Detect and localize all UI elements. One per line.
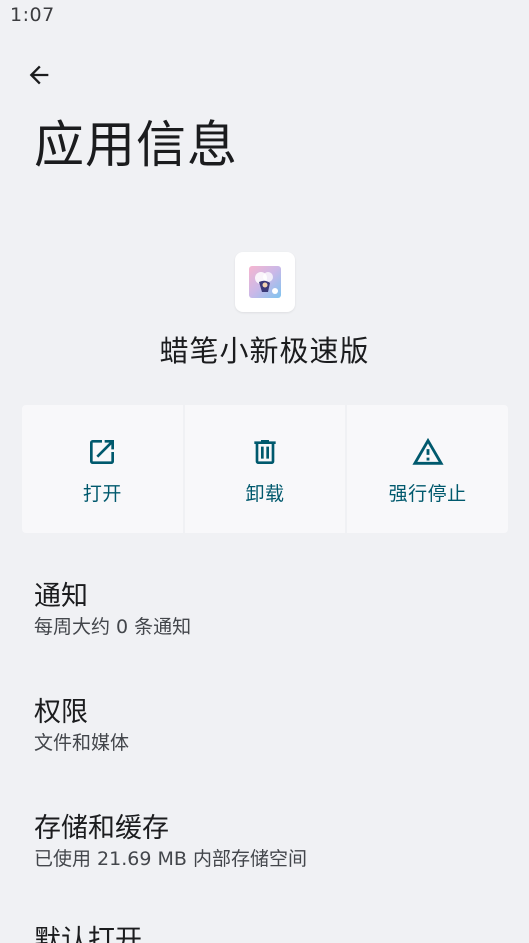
item-summary: 已使用 21.69 MB 内部存储空间 [34, 848, 307, 870]
open-external-icon [85, 435, 119, 469]
permissions-item[interactable]: 权限 文件和媒体 [0, 686, 529, 766]
item-title: 存储和缓存 [34, 813, 169, 844]
force-stop-label: 强行停止 [388, 483, 467, 505]
force-stop-button[interactable]: 强行停止 [347, 405, 509, 533]
open-label: 打开 [82, 483, 122, 505]
action-bar: 打开 卸载 强行停止 [22, 405, 509, 533]
status-time: 1:07 [10, 4, 55, 26]
page-title: 应用信息 [34, 116, 238, 174]
item-summary: 文件和媒体 [34, 732, 130, 754]
trash-icon [248, 435, 282, 469]
warning-triangle-icon [411, 435, 445, 469]
back-button[interactable] [18, 54, 60, 96]
open-by-default-item[interactable]: 默认打开 [0, 916, 529, 943]
app-icon [235, 252, 295, 312]
app-name: 蜡笔小新极速版 [159, 334, 370, 368]
item-title: 权限 [34, 697, 88, 728]
item-title: 默认打开 [34, 925, 142, 943]
uninstall-label: 卸载 [245, 483, 285, 505]
arrow-left-icon [29, 65, 49, 85]
storage-item[interactable]: 存储和缓存 已使用 21.69 MB 内部存储空间 [0, 802, 529, 882]
uninstall-button[interactable]: 卸载 [184, 405, 346, 533]
item-title: 通知 [34, 581, 88, 612]
notifications-item[interactable]: 通知 每周大约 0 条通知 [0, 570, 529, 650]
item-summary: 每周大约 0 条通知 [34, 616, 192, 638]
app-icon-image [249, 266, 281, 298]
status-bar: 1:07 [0, 0, 529, 30]
open-button[interactable]: 打开 [22, 405, 183, 533]
